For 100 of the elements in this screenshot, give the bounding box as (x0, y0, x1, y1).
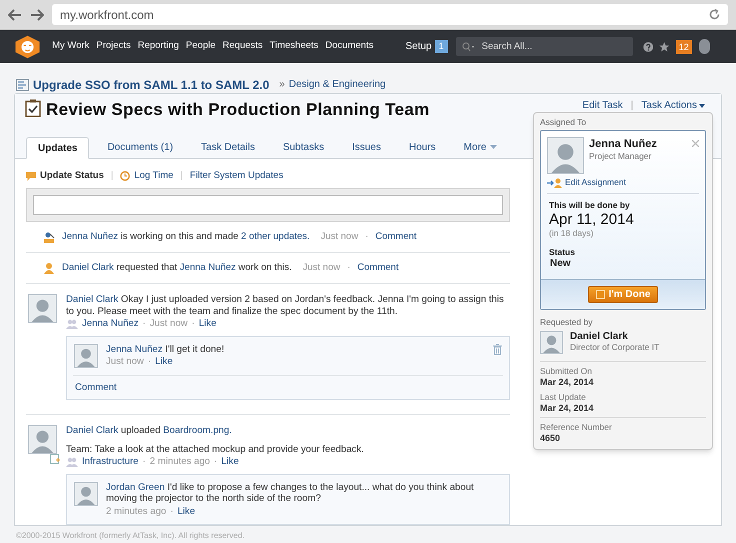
timestamp: Just now (106, 356, 144, 368)
tab[interactable]: Issues (342, 136, 391, 158)
breadcrumb-separator: » (279, 78, 285, 92)
field-label: Last Update (540, 392, 587, 403)
assignee-role: Project Manager (589, 151, 652, 162)
search-icon (462, 42, 476, 52)
trash-icon (493, 344, 502, 355)
update-text: Daniel Clark requested that Jenna Nuñez work on this. (62, 261, 292, 276)
speech-bubble-icon (26, 172, 36, 181)
status-value: New (549, 258, 572, 269)
due-date: Apr 11, 2014 (549, 211, 635, 228)
dot-separator: · (214, 456, 218, 468)
copyright-text: ©2000-2015 Workfront (formerly AtTask, Inc). All rights reserved. (16, 531, 244, 541)
avatar (540, 331, 563, 354)
field-label: Submitted On (540, 366, 593, 377)
dot-separator: · (142, 318, 146, 330)
comment-link[interactable]: Comment (375, 230, 417, 244)
update-action-tab[interactable]: Update Status (40, 169, 104, 184)
task-actions-menu[interactable]: Task Actions (641, 98, 705, 113)
tab[interactable]: Updates (26, 137, 90, 159)
tag-link[interactable]: Infrastructure (82, 456, 139, 468)
nav-link[interactable]: Reporting (138, 39, 179, 54)
help-icon (642, 40, 654, 54)
worker-icon (43, 231, 55, 244)
field-label: Reference Number (540, 422, 613, 433)
tab[interactable]: Documents (1) (97, 136, 184, 158)
user-avatar[interactable] (698, 39, 710, 54)
update-input-field[interactable] (33, 195, 503, 216)
post-text: Team: Take a look at the attached mockup and provide your feedback. (66, 444, 365, 456)
comment-link[interactable]: Comment (357, 261, 399, 276)
comment-link[interactable]: Comment (75, 382, 117, 393)
group-link[interactable]: Design & Engineering (288, 77, 386, 92)
clipboard-icon (25, 99, 41, 117)
like-link[interactable]: Like (177, 506, 196, 518)
avatar (28, 294, 57, 324)
nav-link[interactable]: Requests (222, 39, 263, 54)
person-link[interactable]: Boardroom.png. (163, 425, 232, 436)
arrow-person-icon (547, 178, 563, 188)
timestamp: 2 minutes ago (106, 506, 166, 518)
person-link[interactable]: Daniel Clark (62, 262, 114, 274)
people-icon (66, 457, 78, 467)
star-icon (659, 40, 670, 54)
nav-link[interactable]: Documents (325, 39, 374, 54)
dot-separator: · (148, 356, 152, 368)
timestamp: 2 minutes ago (150, 456, 210, 468)
section-label: Assigned To (540, 117, 588, 128)
like-link[interactable]: Like (155, 356, 173, 368)
update-text: Jenna Nuñez is working on this and made 2 other updates. (62, 230, 310, 244)
person-link[interactable]: Daniel Clark (66, 294, 118, 306)
field-value: Mar 24, 2014 (540, 403, 595, 414)
requester-name: Daniel Clark (570, 331, 629, 342)
reply-text: Jordan Green I'd like to propose a few changes to the layout... what do you think about moving the projector to the north side of the room? (106, 482, 475, 505)
people-icon (66, 319, 78, 329)
update-action-tab[interactable]: Log Time (134, 169, 174, 184)
nav-link[interactable]: My Work (52, 39, 90, 54)
edit-assignment-link[interactable]: Edit Assignment (541, 177, 705, 193)
tab[interactable]: More (454, 136, 508, 158)
like-link[interactable]: Like (198, 318, 216, 330)
dot-separator: · (142, 456, 146, 468)
person-link[interactable]: Daniel Clark (66, 425, 118, 436)
avatar (28, 425, 57, 454)
due-relative: (in 18 days) (549, 228, 594, 239)
person-link[interactable]: 2 other updates. (241, 231, 310, 242)
address-bar[interactable]: my.workfront.com (52, 4, 728, 25)
dot-separator: · (170, 506, 174, 518)
like-link[interactable]: Like (221, 456, 239, 468)
reload-icon (709, 9, 720, 20)
project-link[interactable]: Upgrade SSO from SAML 1.1 to SAML 2.0 (33, 76, 270, 94)
avatar (547, 137, 584, 174)
project-icon (16, 78, 29, 90)
action-separator: | (110, 169, 114, 183)
person-link[interactable]: Jenna Nuñez (106, 344, 163, 355)
search-field[interactable]: Search All... (456, 37, 633, 56)
tab[interactable]: Task Details (191, 136, 265, 158)
person-link[interactable]: Jenna Nuñez (62, 231, 118, 242)
tab[interactable]: Hours (398, 136, 446, 158)
nav-link[interactable]: Timesheets (270, 39, 318, 54)
person-link[interactable]: Jordan Green (106, 482, 165, 493)
section-label: Requested by (540, 317, 594, 328)
tag-link[interactable]: Jenna Nuñez (82, 318, 139, 330)
post-text: Daniel Clark uploaded Boardroom.png. (66, 425, 233, 437)
dot-separator: · (347, 261, 350, 276)
back-icon (8, 8, 22, 20)
person-icon (43, 262, 55, 274)
setup-link[interactable]: Setup (405, 39, 432, 54)
action-separator: | (180, 169, 183, 183)
requester-role: Director of Corporate IT (570, 342, 660, 353)
assignee-name: Jenna Nuñez (589, 137, 658, 151)
avatar (74, 482, 98, 506)
status-label: Status (549, 247, 576, 258)
nav-link[interactable]: People (186, 39, 216, 54)
nav-link[interactable]: Projects (96, 39, 131, 54)
close-icon (692, 140, 699, 147)
edit-task-link[interactable]: Edit Task (582, 98, 623, 113)
tab[interactable]: Subtasks (272, 136, 334, 158)
due-label: This will be done by (549, 200, 631, 211)
dot-separator: · (365, 230, 368, 244)
clock-icon (120, 171, 130, 182)
update-action-tab[interactable]: Filter System Updates (190, 169, 284, 184)
person-link[interactable]: Jenna Nuñez (180, 262, 236, 274)
